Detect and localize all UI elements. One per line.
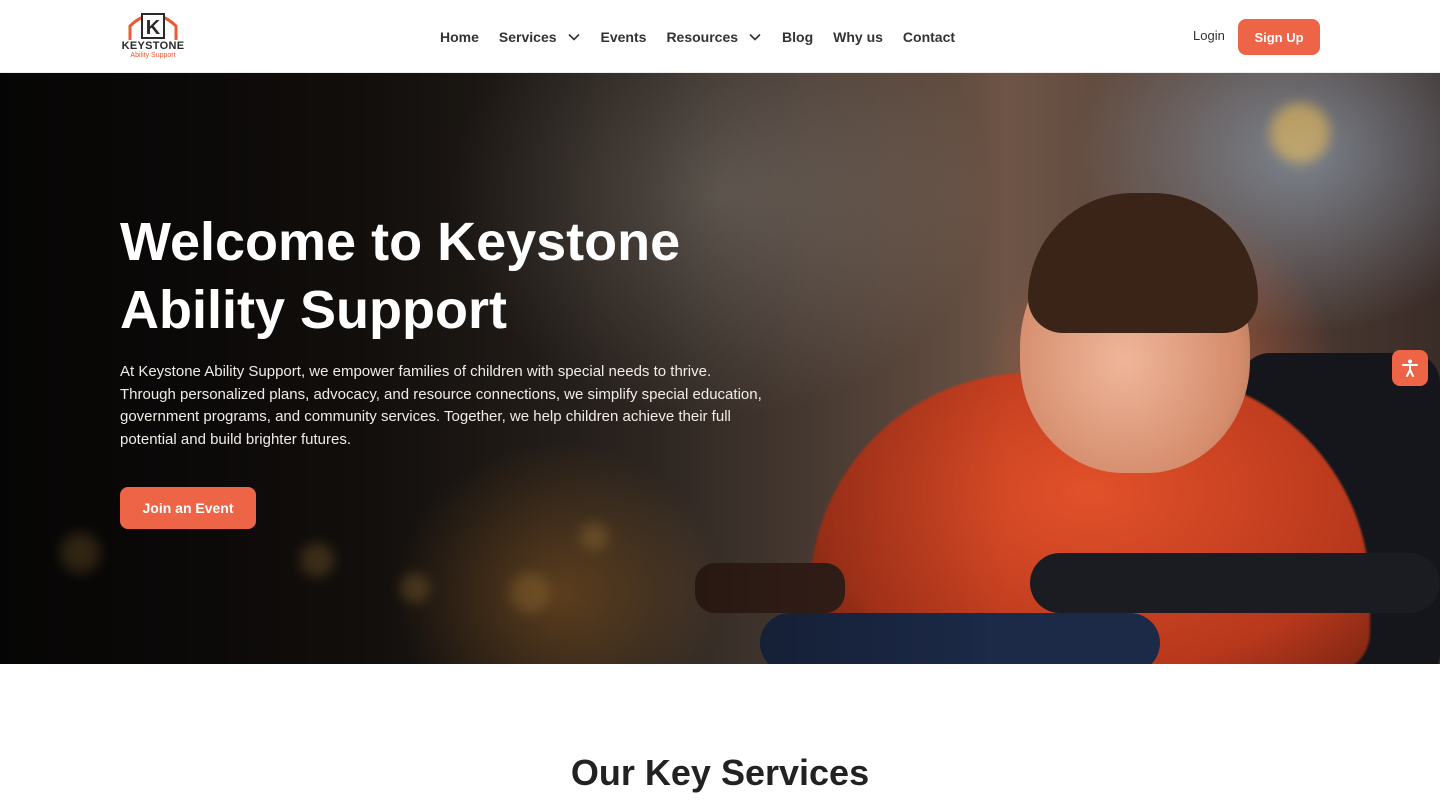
nav-item-events[interactable]: Events (601, 29, 647, 45)
logo-arch-icon: K (128, 13, 178, 40)
accessibility-icon (1402, 359, 1418, 377)
nav-item-label: Contact (902, 28, 956, 45)
nav-item-label: Home (440, 28, 479, 45)
nav-item-label: Why us (833, 28, 883, 45)
accessibility-button[interactable] (1392, 350, 1428, 386)
svg-text:K: K (146, 17, 161, 39)
services-heading: Our Key Services (570, 752, 870, 793)
nav-item-label: Events (600, 28, 647, 45)
nav-item-home[interactable]: Home (440, 29, 479, 45)
main-nav: Home Services Events Resources Blog Why … (440, 0, 975, 73)
hero-section: Welcome to Keystone Ability Support At K… (0, 73, 1440, 664)
logo-wordmark: KEYSTONE (121, 40, 185, 52)
hero-title: Welcome to Keystone Ability Support (120, 212, 681, 340)
nav-item-services[interactable]: Services (499, 29, 581, 45)
site-header: K KEYSTONE Ability Support Home Services… (0, 0, 1440, 73)
nav-item-why-us[interactable]: Why us (833, 29, 883, 45)
nav-item-contact[interactable]: Contact (903, 29, 955, 45)
logo-tagline: Ability Support (130, 52, 176, 59)
join-event-button[interactable]: Join an Event (120, 487, 256, 529)
chevron-down-icon (749, 33, 761, 41)
login-link[interactable]: Login (1193, 28, 1225, 43)
nav-item-label: Blog (782, 28, 814, 45)
nav-item-resources[interactable]: Resources (666, 29, 762, 45)
nav-item-blog[interactable]: Blog (782, 29, 813, 45)
nav-item-label: Services (498, 28, 557, 45)
chevron-down-icon (567, 33, 580, 41)
nav-item-label: Resources (666, 28, 739, 45)
signup-button[interactable]: Sign Up (1238, 19, 1320, 55)
hero-description: At Keystone Ability Support, we empower … (120, 363, 762, 448)
keystone-logo[interactable]: K KEYSTONE Ability Support (120, 10, 186, 64)
